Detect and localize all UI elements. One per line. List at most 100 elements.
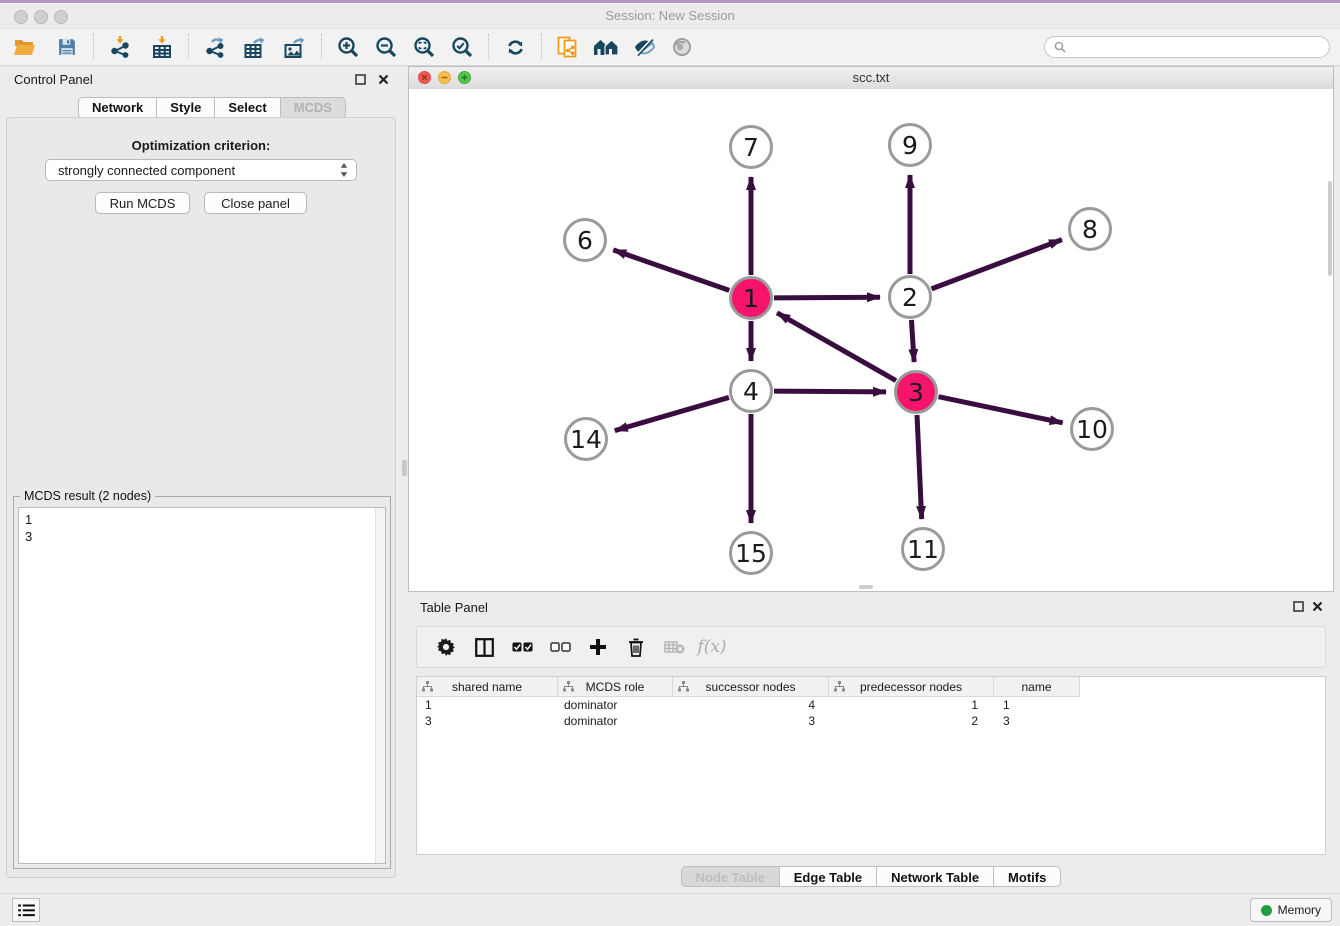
edge-4-14[interactable] xyxy=(615,397,729,430)
mcds-result-text: 1 3 xyxy=(25,511,371,860)
table-cell[interactable]: 3 xyxy=(673,714,829,728)
show-all-button[interactable] xyxy=(663,30,701,64)
edge-1-2[interactable] xyxy=(774,297,880,298)
table-cell[interactable]: 4 xyxy=(673,698,829,712)
zoom-selected-button[interactable] xyxy=(443,30,481,64)
mcds-result-area[interactable]: 1 3 xyxy=(18,507,386,864)
column-header-shared-name[interactable]: shared name xyxy=(417,677,558,696)
node-9[interactable]: 9 xyxy=(890,125,931,166)
svg-text:8: 8 xyxy=(1082,215,1098,244)
houses-icon xyxy=(593,37,619,57)
column-header-predecessor-nodes[interactable]: predecessor nodes xyxy=(829,677,994,696)
zoom-in-button[interactable] xyxy=(329,30,367,64)
table-toolbar: f(x) xyxy=(416,626,1326,668)
table-cell[interactable]: 2 xyxy=(829,714,994,728)
hide-eye-icon xyxy=(633,37,656,57)
import-network-button[interactable] xyxy=(101,30,139,64)
search-box[interactable] xyxy=(1044,36,1330,58)
delete-column-button[interactable] xyxy=(617,638,655,657)
tab-style[interactable]: Style xyxy=(157,97,215,119)
table-settings-button[interactable] xyxy=(427,638,465,656)
table-cell[interactable]: 3 xyxy=(417,714,558,728)
table-panel-close-button[interactable] xyxy=(1312,601,1323,612)
table-cell[interactable]: dominator xyxy=(558,698,673,712)
node-7[interactable]: 7 xyxy=(731,127,772,168)
network-vertical-scrollthumb[interactable] xyxy=(1328,181,1332,276)
task-history-button[interactable] xyxy=(12,898,40,922)
export-network-button[interactable] xyxy=(196,30,234,64)
home-button[interactable] xyxy=(587,30,625,64)
node-1[interactable]: 1 xyxy=(731,278,772,319)
network-canvas[interactable]: 7 9 6 8 1 2 4 3 14 10 15 11 xyxy=(409,89,1333,591)
create-column-button[interactable] xyxy=(579,638,617,656)
network-window-titlebar[interactable]: scc.txt xyxy=(409,67,1333,90)
status-bar: Memory xyxy=(0,893,1340,926)
open-session-button[interactable] xyxy=(6,30,44,64)
node-4[interactable]: 4 xyxy=(731,371,772,412)
edge-3-1[interactable] xyxy=(777,313,896,381)
table-cell[interactable]: 1 xyxy=(417,698,558,712)
hide-selected-button[interactable] xyxy=(625,30,663,64)
tab-edge-table[interactable]: Edge Table xyxy=(780,866,877,887)
node-table[interactable]: shared nameMCDS rolesuccessor nodesprede… xyxy=(416,676,1326,855)
tab-network[interactable]: Network xyxy=(78,97,157,119)
node-14[interactable]: 14 xyxy=(566,419,607,460)
select-all-rows-button[interactable] xyxy=(503,642,541,653)
table-row[interactable]: 1dominator411 xyxy=(417,697,1325,713)
result-scrollbar[interactable] xyxy=(375,508,385,863)
node-2[interactable]: 2 xyxy=(890,277,931,318)
tab-network-table[interactable]: Network Table xyxy=(877,866,994,887)
function-builder-button[interactable]: f(x) xyxy=(693,637,731,657)
node-3[interactable]: 3 xyxy=(896,372,937,413)
panel-splitter-handle[interactable] xyxy=(402,460,407,476)
refresh-network-button[interactable] xyxy=(496,30,534,64)
zoom-out-button[interactable] xyxy=(367,30,405,64)
table-panel-float-button[interactable] xyxy=(1293,601,1304,612)
edge-3-11[interactable] xyxy=(917,415,922,519)
table-row[interactable]: 3dominator323 xyxy=(417,713,1325,729)
deselect-all-rows-button[interactable] xyxy=(541,642,579,653)
node-6[interactable]: 6 xyxy=(565,220,606,261)
criterion-select[interactable]: strongly connected component xyxy=(45,159,357,181)
search-input[interactable] xyxy=(1072,39,1320,56)
edge-2-3[interactable] xyxy=(911,320,914,362)
edge-2-8[interactable] xyxy=(932,240,1062,289)
run-mcds-button[interactable]: Run MCDS xyxy=(95,192,190,214)
export-table-button[interactable] xyxy=(236,30,274,64)
node-15[interactable]: 15 xyxy=(731,533,772,574)
tab-mcds[interactable]: MCDS xyxy=(281,97,346,119)
table-cell[interactable]: 1 xyxy=(829,698,994,712)
control-panel-float-button[interactable] xyxy=(355,74,366,85)
delete-table-button[interactable] xyxy=(655,640,693,655)
column-header-successor-nodes[interactable]: successor nodes xyxy=(673,677,829,696)
node-11[interactable]: 11 xyxy=(903,529,944,570)
node-8[interactable]: 8 xyxy=(1070,209,1111,250)
tab-node-table[interactable]: Node Table xyxy=(681,866,780,887)
zoom-fit-button[interactable] xyxy=(405,30,443,64)
edge-3-10[interactable] xyxy=(939,397,1063,423)
network-horizontal-scrollthumb[interactable] xyxy=(859,585,873,589)
import-table-icon xyxy=(152,36,172,58)
show-columns-button[interactable] xyxy=(465,638,503,657)
save-session-button[interactable] xyxy=(48,30,86,64)
edge-1-6[interactable] xyxy=(613,250,729,291)
node-10[interactable]: 10 xyxy=(1072,409,1113,450)
export-image-button[interactable] xyxy=(276,30,314,64)
close-panel-button[interactable]: Close panel xyxy=(204,192,307,214)
tab-motifs[interactable]: Motifs xyxy=(994,866,1061,887)
table-cell[interactable]: dominator xyxy=(558,714,673,728)
table-cell[interactable]: 1 xyxy=(994,698,1080,712)
svg-text:14: 14 xyxy=(570,425,602,454)
control-panel-title: Control Panel xyxy=(14,72,93,87)
clone-network-button[interactable] xyxy=(549,30,587,64)
memory-button[interactable]: Memory xyxy=(1250,898,1332,922)
control-panel-close-button[interactable] xyxy=(378,74,389,85)
tab-select[interactable]: Select xyxy=(215,97,280,119)
import-table-button[interactable] xyxy=(143,30,181,64)
edge-4-3[interactable] xyxy=(774,391,886,392)
column-header-MCDS-role[interactable]: MCDS role xyxy=(558,677,673,696)
zoom-fit-icon xyxy=(413,36,435,58)
column-header-name[interactable]: name xyxy=(994,677,1080,696)
control-panel: Control Panel NetworkStyleSelectMCDS Opt… xyxy=(0,66,402,888)
table-cell[interactable]: 3 xyxy=(994,714,1080,728)
